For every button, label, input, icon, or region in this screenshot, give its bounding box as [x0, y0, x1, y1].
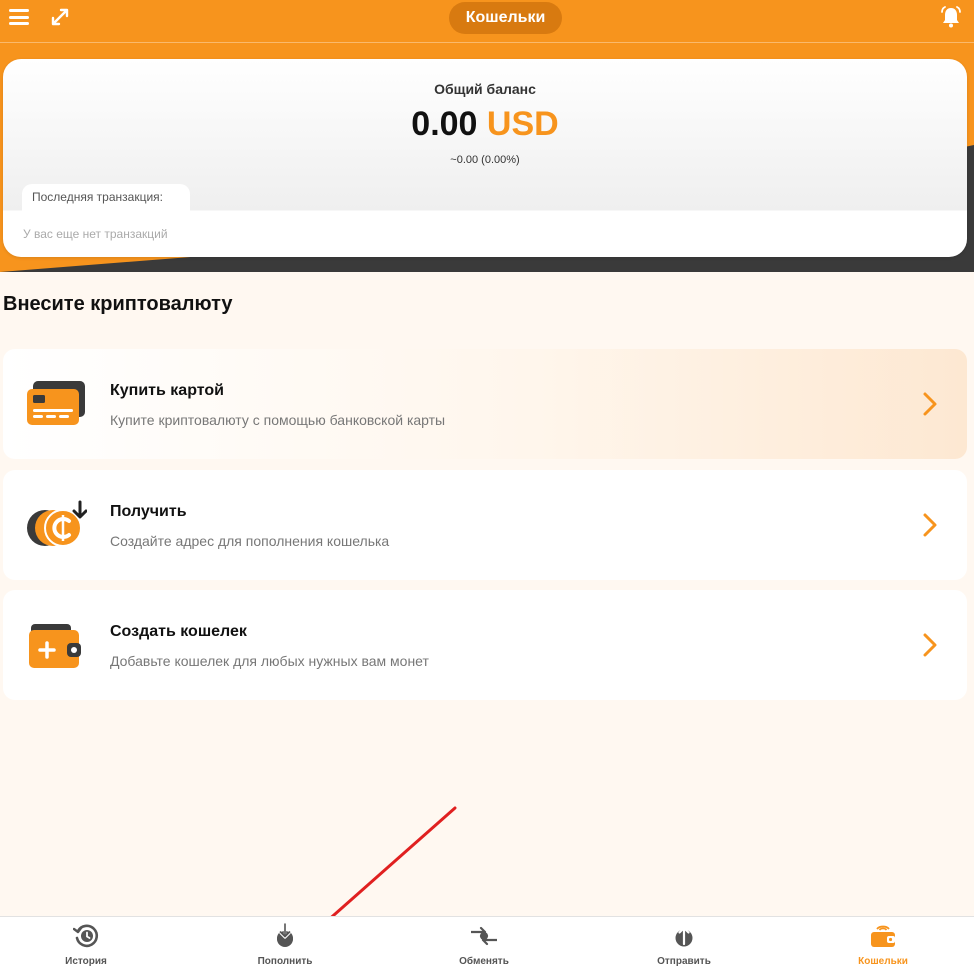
nav-label: Обменять: [459, 956, 509, 967]
card-description: Добавьте кошелек для любых нужных вам мо…: [110, 653, 429, 669]
wallet-icon: [871, 925, 895, 947]
card-title: Получить: [110, 503, 187, 520]
nav-exchange[interactable]: Обменять: [424, 917, 544, 974]
balance-label: Общий баланс: [434, 81, 536, 97]
nav-wallets[interactable]: Кошельки: [823, 917, 943, 974]
history-icon: [73, 924, 98, 948]
send-icon: [675, 926, 693, 947]
credit-card-icon: [27, 381, 85, 425]
chevron-right-icon: [923, 392, 937, 416]
chevron-right-icon: [923, 633, 937, 657]
card-description: Создайте адрес для пополнения кошелька: [110, 533, 390, 549]
receive-button[interactable]: Получить Создайте адрес для пополнения к…: [3, 470, 967, 580]
nav-send[interactable]: Отправить: [624, 917, 744, 974]
nav-label: История: [65, 956, 107, 967]
header-divider: [0, 42, 974, 43]
balance-change: ~0.00 (0.00%): [450, 154, 520, 166]
section-title: Внесите криптовалюту: [3, 293, 233, 315]
bell-icon[interactable]: [939, 5, 963, 29]
page-title: Кошельки: [449, 2, 562, 34]
balance-card: Общий баланс 0.00 USD ~0.00 (0.00%) Посл…: [3, 59, 967, 257]
receive-coins-icon: [27, 500, 87, 547]
balance-currency: USD: [486, 105, 559, 143]
expand-icon[interactable]: [50, 7, 70, 27]
card-title: Купить картой: [110, 382, 224, 399]
balance-amount: 0.00 USD: [3, 105, 967, 144]
add-wallet-icon: [29, 624, 81, 668]
balance-value: 0.00: [411, 105, 478, 143]
card-title: Создать кошелек: [110, 623, 247, 640]
nav-label: Отправить: [657, 956, 711, 967]
nav-history[interactable]: История: [26, 917, 146, 974]
hamburger-icon[interactable]: [9, 9, 29, 25]
last-transaction-tab: Последняя транзакция:: [22, 184, 190, 211]
nav-label: Пополнить: [257, 956, 313, 967]
nav-deposit[interactable]: Пополнить: [225, 917, 345, 974]
deposit-icon: [277, 923, 293, 947]
card-description: Купите криптовалюту с помощью банковской…: [110, 412, 446, 428]
buy-with-card-button[interactable]: Купить картой Купите криптовалюту с помо…: [3, 349, 967, 459]
no-transactions-text: У вас еще нет транзакций: [23, 227, 168, 241]
exchange-icon: [471, 926, 497, 946]
bottom-navigation: История Пополнить Обменять Отправить Кош…: [0, 916, 974, 974]
nav-label: Кошельки: [858, 956, 908, 967]
chevron-right-icon: [923, 513, 937, 537]
create-wallet-button[interactable]: Создать кошелек Добавьте кошелек для люб…: [3, 590, 967, 700]
